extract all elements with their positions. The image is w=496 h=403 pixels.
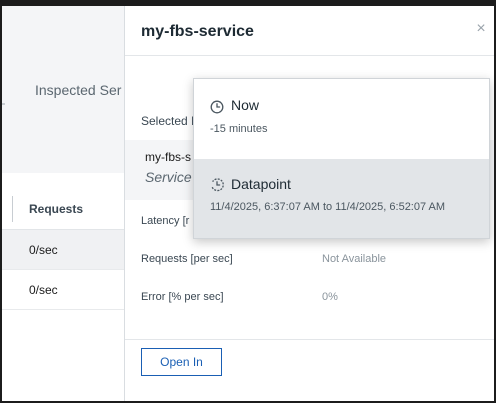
app-window: Inspected Ser Requests 0/sec 0/sec my-fb… [0, 0, 496, 403]
requests-cell: 0/sec [29, 283, 58, 297]
selected-label: Selected I [141, 114, 195, 128]
close-icon[interactable]: × [473, 20, 489, 38]
inspected-services-label: Inspected Ser [35, 82, 122, 98]
clock-icon [210, 100, 224, 114]
column-separator [12, 196, 13, 222]
open-in-button[interactable]: Open In [141, 348, 222, 376]
menu-item-sublabel: -15 minutes [210, 123, 268, 135]
service-name: my-fbs-s [145, 150, 191, 164]
table-row[interactable]: 0/sec [2, 230, 124, 270]
menu-item-label: Datapoint [231, 176, 291, 192]
drawer-footer: Open In [125, 339, 494, 401]
table-row[interactable]: 0/sec [2, 270, 124, 310]
drawer-header: my-fbs-service × [125, 6, 494, 56]
time-range-menu: Now -15 minutes Datapoint 11/4/2025, 6:3… [193, 78, 490, 239]
menu-item-datapoint[interactable]: Datapoint 11/4/2025, 6:37:07 AM to 11/4/… [194, 159, 489, 238]
menu-item-now[interactable]: Now -15 minutes [194, 79, 489, 159]
background-panel: Inspected Ser Requests 0/sec 0/sec [2, 6, 124, 401]
menu-item-sublabel: 11/4/2025, 6:37:07 AM to 11/4/2025, 6:52… [210, 201, 446, 213]
metric-label-latency: Latency [r [141, 215, 190, 227]
metric-value-requests: Not Available [322, 253, 387, 265]
metric-label-error: Error [% per sec] [141, 291, 224, 303]
column-header-requests[interactable]: Requests [29, 202, 83, 216]
menu-item-label: Now [231, 97, 260, 113]
services-table: Requests 0/sec 0/sec [2, 190, 124, 310]
clock-history-icon [211, 178, 224, 192]
table-header: Requests [2, 190, 124, 230]
metric-label-requests: Requests [per sec] [141, 253, 233, 265]
divider [2, 103, 5, 105]
service-type: Service [145, 169, 192, 185]
metric-value-error: 0% [322, 291, 338, 303]
drawer-title: my-fbs-service [141, 23, 254, 40]
requests-cell: 0/sec [29, 243, 58, 257]
